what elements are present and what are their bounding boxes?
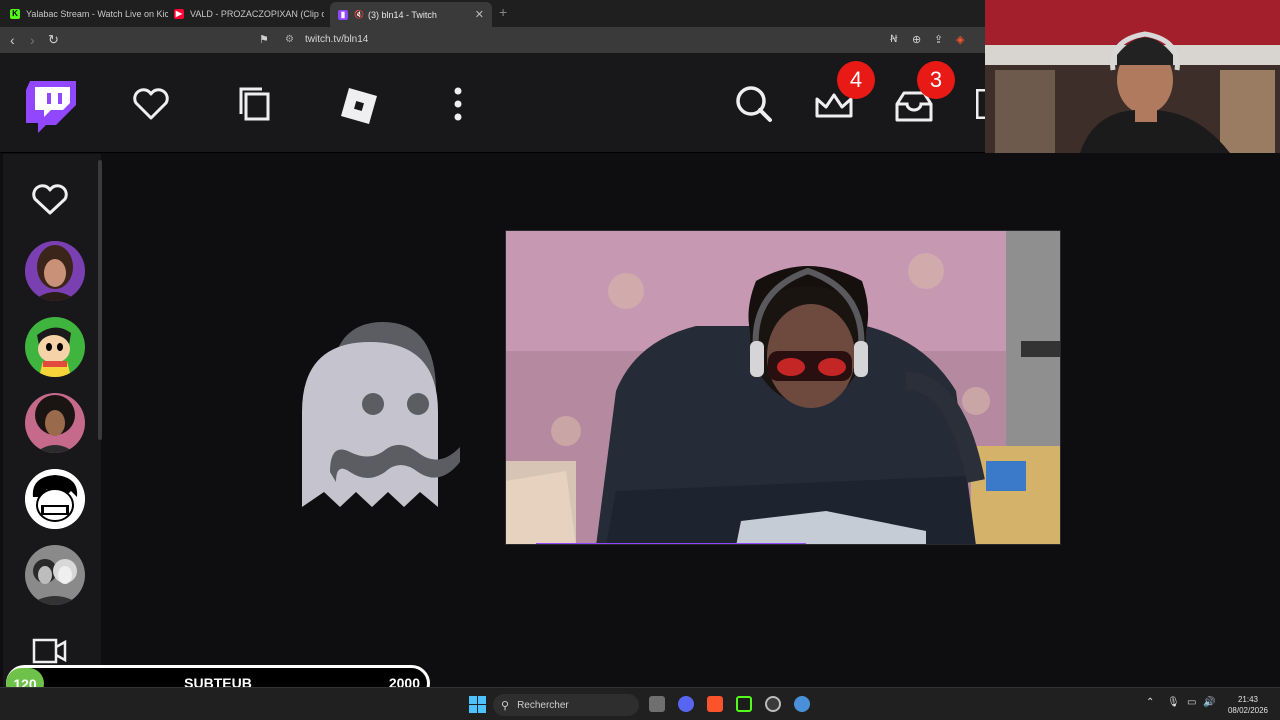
tab-kick[interactable]: K Yalabac Stream - Watch Live on Kick xyxy=(10,4,168,23)
search-icon[interactable] xyxy=(734,84,774,124)
task-view-icon[interactable] xyxy=(649,696,665,712)
close-tab-icon[interactable]: ✕ xyxy=(467,8,484,21)
obs-icon[interactable] xyxy=(765,696,781,712)
channel-avatar[interactable] xyxy=(25,469,85,529)
streamer-webcam-overlay xyxy=(985,0,1280,153)
zoom-icon[interactable]: ⊕ xyxy=(912,33,921,46)
browse-icon[interactable] xyxy=(238,86,272,122)
channel-avatar[interactable] xyxy=(25,545,85,605)
channel-avatar-image xyxy=(25,469,85,529)
following-heart-icon[interactable] xyxy=(133,88,169,120)
twitch-icon: ▮ xyxy=(338,9,348,20)
kick-icon: K xyxy=(10,8,20,19)
settings-icon[interactable] xyxy=(794,696,810,712)
media-player-icon[interactable] xyxy=(736,696,752,712)
microphone-icon[interactable]: 🎙 xyxy=(1167,697,1180,708)
channel-avatar-image xyxy=(25,393,85,453)
forward-icon[interactable]: › xyxy=(30,32,35,48)
ghost-icon xyxy=(302,322,460,507)
windows-start-icon[interactable] xyxy=(469,696,486,713)
network-icon[interactable]: ▭ xyxy=(1187,697,1196,708)
roblox-icon[interactable] xyxy=(339,86,379,126)
followed-heart-icon xyxy=(32,184,68,215)
channel-avatar-image xyxy=(25,241,85,301)
url-field[interactable]: twitch.tv/bln14 xyxy=(305,34,368,45)
channel-avatar[interactable] xyxy=(25,317,85,377)
more-options-icon[interactable] xyxy=(452,86,464,122)
taskbar-search-placeholder: Rechercher xyxy=(517,699,569,711)
brave-browser-icon[interactable] xyxy=(707,696,723,712)
prime-notification-badge: 4 xyxy=(837,61,875,99)
brave-shield-icon[interactable]: ◈ xyxy=(956,33,964,46)
search-icon: ⚲ xyxy=(501,699,510,712)
chevron-up-icon[interactable]: ⌃ xyxy=(1146,697,1154,708)
windows-taskbar: ⚲ Rechercher ⌃ 🎙 ▭ 🔊 21:43 08/02/2026 xyxy=(0,687,1280,720)
discord-icon[interactable] xyxy=(678,696,694,712)
streamer-webcam-image xyxy=(985,0,1280,153)
taskbar-search[interactable]: ⚲ Rechercher xyxy=(493,694,639,716)
stream-video-frame xyxy=(506,231,1060,544)
muted-speaker-icon: 🔇 xyxy=(354,10,364,19)
twitch-logo-icon[interactable] xyxy=(26,81,76,133)
tab-title: Yalabac Stream - Watch Live on Kick xyxy=(26,8,168,19)
clock-time: 21:43 xyxy=(1237,695,1259,704)
bookmark-icon[interactable]: ⚑ xyxy=(259,33,269,46)
share-icon[interactable]: ⇪ xyxy=(934,33,943,46)
tab-twitch[interactable]: ▮ 🔇 (3) bln14 - Twitch ✕ xyxy=(330,2,492,27)
reload-icon[interactable]: ↻ xyxy=(48,32,59,48)
channel-avatar[interactable] xyxy=(25,241,85,301)
back-icon[interactable]: ‹ xyxy=(10,32,15,48)
volume-icon[interactable]: 🔊 xyxy=(1203,697,1215,708)
new-tab-button[interactable]: + xyxy=(499,4,507,20)
tab-youtube[interactable]: ▶ VALD - PROZACZOPIXAN (Clip officiel) xyxy=(174,4,324,23)
tab-title: VALD - PROZACZOPIXAN (Clip officiel) xyxy=(190,8,324,19)
tab-title: (3) bln14 - Twitch xyxy=(367,9,437,20)
site-info-icon[interactable]: ⚙ xyxy=(285,34,294,45)
taskbar-clock[interactable]: 21:43 08/02/2026 xyxy=(1222,694,1274,716)
channel-avatar[interactable] xyxy=(25,393,85,453)
sidebar-scrollbar[interactable] xyxy=(98,160,102,440)
inbox-notification-badge: 3 xyxy=(917,61,955,99)
followed-channels-sidebar xyxy=(3,154,101,687)
channel-avatar-image xyxy=(25,545,85,605)
stream-video-player[interactable] xyxy=(505,230,1061,545)
translate-icon[interactable]: Ꞥ xyxy=(890,34,897,45)
video-camera-icon[interactable] xyxy=(32,637,68,665)
youtube-icon: ▶ xyxy=(174,8,184,19)
channel-avatar-image xyxy=(25,317,85,377)
clock-date: 08/02/2026 xyxy=(1227,706,1269,715)
